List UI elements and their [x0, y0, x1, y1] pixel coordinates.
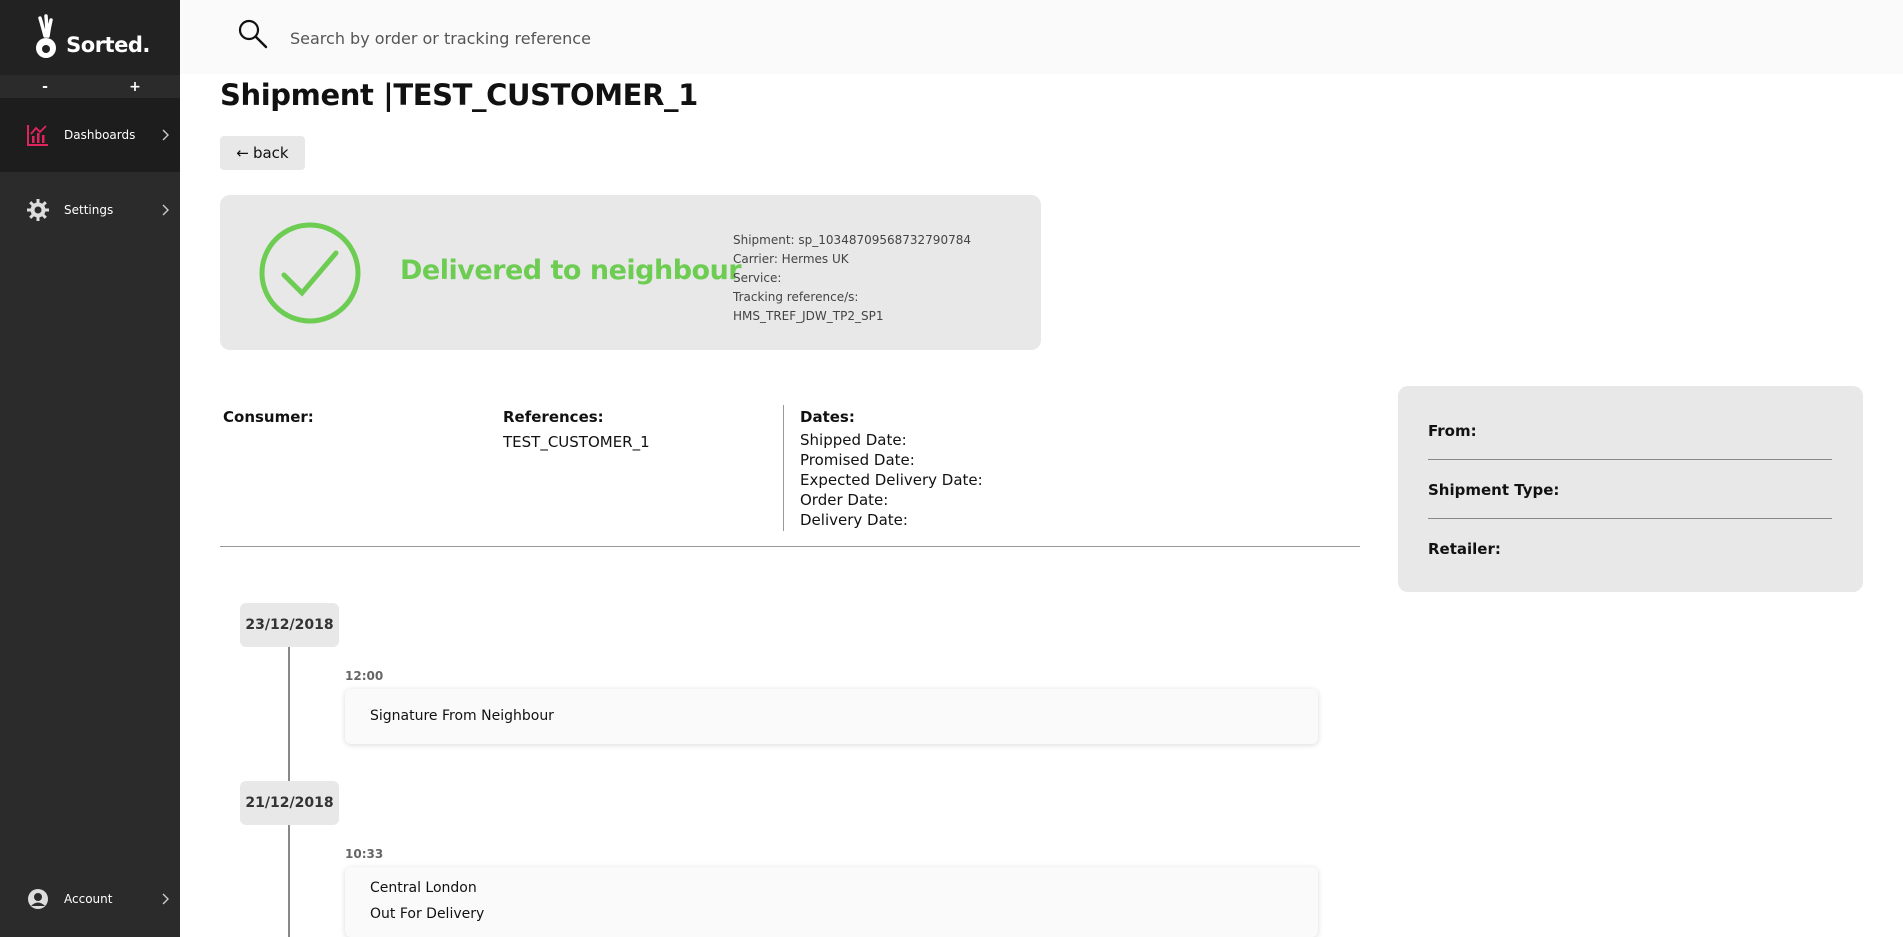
dates-section: Dates: Shipped Date: Promised Date: Expe…: [783, 405, 983, 531]
shipment-details: Consumer: References: TEST_CUSTOMER_1 Da…: [220, 405, 1360, 547]
back-button[interactable]: ← back: [220, 136, 305, 170]
dates-label: Dates:: [800, 408, 855, 426]
event-time: 12:00: [345, 669, 384, 683]
shipment-type-label: Shipment Type:: [1428, 481, 1560, 499]
timeline-date: 21/12/2018: [240, 781, 339, 825]
delivery-date: Delivery Date:: [800, 511, 908, 529]
event-time: 10:33: [345, 847, 384, 861]
sorted-logo-icon: [36, 13, 57, 58]
shipment-id: Shipment: sp_10348709568732790784: [733, 233, 971, 247]
chart-icon: [27, 125, 48, 146]
references-section: References: TEST_CUSTOMER_1: [503, 408, 650, 452]
event-description: Signature From Neighbour: [370, 708, 554, 724]
carrier: Carrier: Hermes UK: [733, 252, 849, 266]
expected-delivery-date: Expected Delivery Date:: [800, 471, 983, 489]
promised-date: Promised Date:: [800, 451, 915, 469]
page-title: Shipment |TEST_CUSTOMER_1: [220, 78, 698, 112]
logo-text: Sorted.: [66, 32, 150, 57]
shipment-status-card: Delivered to neighbour Shipment: sp_1034…: [220, 195, 1041, 350]
brand-logo[interactable]: Sorted.: [0, 0, 180, 75]
sidebar-item-account[interactable]: Account: [0, 862, 180, 936]
service: Service:: [733, 271, 782, 285]
app-root: Sorted. - + Dashboards Settings Account …: [0, 0, 1903, 937]
divider: [1428, 459, 1832, 460]
user-icon: [28, 889, 48, 909]
delivery-status: Delivered to neighbour: [400, 255, 742, 286]
chevron-right-icon: [162, 129, 169, 141]
consumer-label: Consumer:: [223, 408, 314, 426]
back-button-label: back: [252, 144, 289, 162]
zoom-controls: - +: [0, 77, 180, 97]
shipped-date: Shipped Date:: [800, 431, 907, 449]
consumer-section: Consumer:: [223, 408, 314, 426]
dates-list: Shipped Date: Promised Date: Expected De…: [800, 430, 983, 530]
tracking-reference: HMS_TREF_JDW_TP2_SP1: [733, 309, 884, 323]
chevron-right-icon: [162, 204, 169, 216]
check-circle-icon: [259, 222, 361, 324]
reference-value: TEST_CUSTOMER_1: [503, 433, 650, 451]
arrow-left-icon: ←: [236, 144, 249, 162]
search-bar: [180, 0, 1903, 74]
search-input[interactable]: [290, 22, 790, 54]
sidebar-item-label: Settings: [64, 203, 114, 217]
gear-icon: [27, 199, 49, 221]
divider: [1428, 518, 1832, 519]
sidebar-item-label: Account: [64, 892, 113, 906]
event-location: Central London: [370, 880, 477, 896]
zoom-out-button[interactable]: -: [25, 79, 65, 95]
chevron-right-icon: [162, 893, 169, 905]
from-label: From:: [1428, 422, 1477, 440]
sidebar-item-settings[interactable]: Settings: [0, 173, 180, 247]
order-date: Order Date:: [800, 491, 889, 509]
sidebar-item-dashboards[interactable]: Dashboards: [0, 98, 180, 172]
search-icon[interactable]: [237, 18, 269, 50]
sidebar: Sorted. - + Dashboards Settings Account: [0, 0, 180, 937]
shipment-info: Shipment: sp_10348709568732790784 Carrie…: [733, 231, 971, 326]
retailer-label: Retailer:: [1428, 540, 1501, 558]
sidebar-item-label: Dashboards: [64, 128, 136, 142]
event-description: Out For Delivery: [370, 906, 485, 922]
timeline-date: 23/12/2018: [240, 603, 339, 647]
timeline-event: Central London Out For Delivery: [345, 867, 1318, 937]
references-label: References:: [503, 408, 604, 426]
timeline-event: Signature From Neighbour: [345, 689, 1318, 744]
shipment-side-panel: From: Shipment Type: Retailer:: [1398, 386, 1863, 592]
tracking-reference-label: Tracking reference/s:: [733, 290, 859, 304]
zoom-in-button[interactable]: +: [115, 79, 155, 95]
